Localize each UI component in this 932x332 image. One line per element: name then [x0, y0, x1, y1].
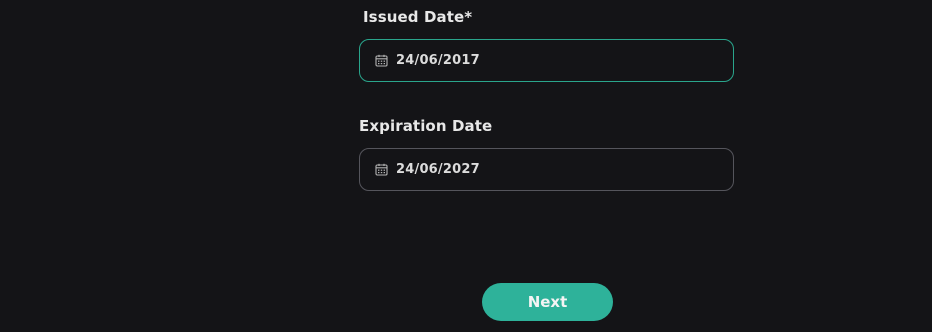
expiration-date-label: Expiration Date — [359, 117, 493, 135]
next-button[interactable]: Next — [482, 283, 613, 321]
issued-date-value: 24/06/2017 — [396, 53, 480, 68]
issued-date-label: Issued Date* — [363, 8, 473, 26]
calendar-icon — [375, 163, 388, 176]
calendar-icon — [375, 54, 388, 67]
expiration-date-field[interactable]: 24/06/2027 — [359, 148, 734, 191]
issued-date-field[interactable]: 24/06/2017 — [359, 39, 734, 82]
expiration-date-value: 24/06/2027 — [396, 162, 480, 177]
